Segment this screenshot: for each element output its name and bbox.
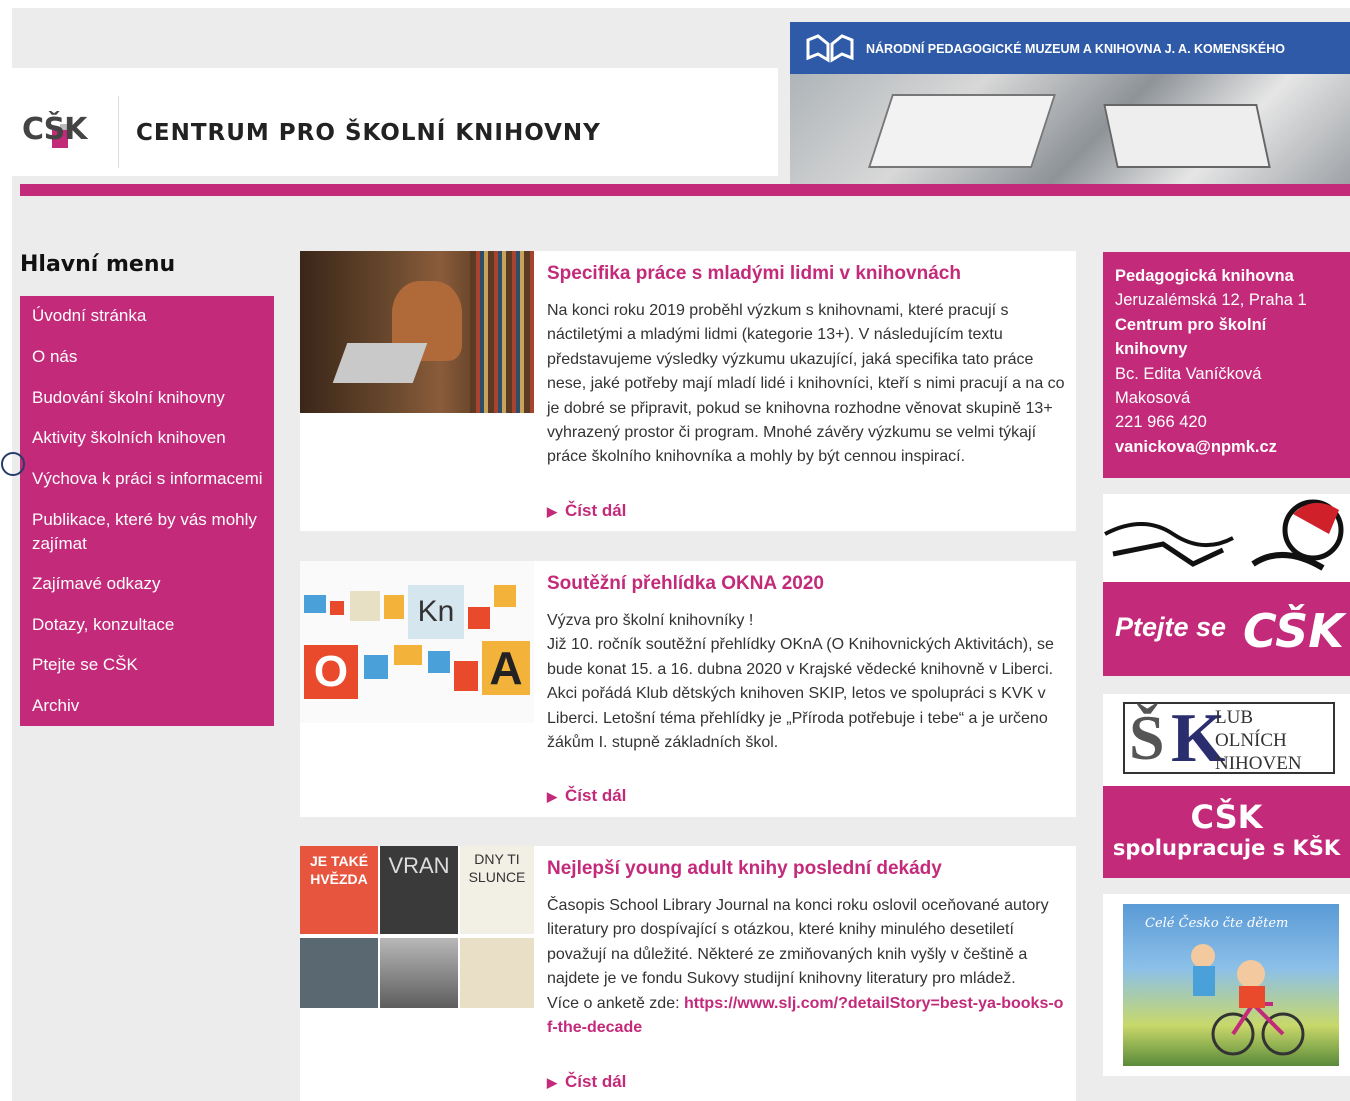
article-thumbnail[interactable]: Kn O A — [300, 561, 534, 723]
caret-right-icon: ▶ — [547, 504, 557, 519]
contact-person: Bc. Edita Vaníčková Makosová — [1115, 364, 1262, 408]
ptejte-label: Ptejte se — [1115, 612, 1227, 642]
thumb-cover: JE TAKÉ HVĚZDA — [300, 846, 378, 934]
thumb-bookshelf — [470, 251, 534, 413]
ptejte-se-banner[interactable]: Ptejte se CŠK — [1103, 494, 1350, 676]
article-body-text: Časopis School Library Journal na konci … — [547, 897, 1049, 988]
menu-item-uvodni-stranka[interactable]: Úvodní stránka — [32, 304, 272, 328]
read-more-label: Číst dál — [565, 1072, 627, 1091]
csk-spolupracuje-banner[interactable]: CŠK spolupracuje s KŠK — [1103, 786, 1350, 878]
read-more-label: Číst dál — [565, 501, 627, 520]
menu-item-o-nas[interactable]: O nás — [32, 345, 272, 369]
logo-text: CŠK — [22, 112, 87, 147]
caret-right-icon: ▶ — [547, 1075, 557, 1090]
article-link-line: Více o anketě zde: https://www.slj.com/?… — [547, 992, 1067, 1041]
thumb-letter-a: A — [482, 641, 530, 695]
thumb-laptop — [332, 343, 428, 383]
read-more-label: Číst dál — [565, 786, 627, 805]
thumb-tile — [350, 591, 380, 621]
ksk-letter-s: Š — [1129, 702, 1165, 773]
menu-item-vychova[interactable]: Výchova k práci s informacemi — [32, 467, 272, 491]
read-more-link[interactable]: ▶ Číst dál — [547, 501, 626, 521]
logo-divider — [118, 96, 119, 168]
link-prefix: Více o anketě zde: — [547, 994, 684, 1012]
thumb-tile — [364, 655, 388, 679]
article-intro-line: Výzva pro školní knihovníky ! — [547, 612, 754, 629]
article-body: Časopis School Library Journal na konci … — [547, 894, 1067, 1040]
thumb-tile — [468, 607, 490, 629]
thumb-cover — [380, 938, 458, 1008]
thumb-tile — [384, 595, 404, 619]
contact-dept: Centrum pro školní knihovny — [1115, 315, 1267, 359]
thumb-tile — [494, 585, 516, 607]
ptejte-csk-label: CŠK — [1243, 604, 1344, 658]
article-card: Specifika práce s mladými lidmi v knihov… — [300, 251, 1076, 531]
photo-book-right — [1103, 104, 1271, 168]
ksk-logo-box[interactable]: Š K LUB OLNÍCH NIHOVEN — [1103, 694, 1350, 786]
article-card: JE TAKÉ HVĚZDA VRAN DNY TI SLUNCE Nejlep… — [300, 846, 1076, 1101]
menu-item-dotazy[interactable]: Dotazy, konzultace — [32, 613, 272, 637]
menu-item-aktivity[interactable]: Aktivity školních knihoven — [32, 426, 272, 450]
read-more-link[interactable]: ▶ Číst dál — [547, 786, 626, 806]
thumb-cover — [460, 938, 534, 1008]
header-accent-band — [20, 184, 1350, 196]
ksk-line: NIHOVEN — [1215, 753, 1302, 774]
csk-logo[interactable]: CŠK — [22, 98, 108, 166]
thumb-tile — [304, 595, 326, 613]
thumb-cover: VRAN — [380, 846, 458, 934]
article-title[interactable]: Specifika práce s mladými lidmi v knihov… — [547, 263, 961, 285]
menu-item-budovani[interactable]: Budování školní knihovny — [32, 386, 272, 410]
thumb-letter-o: O — [304, 645, 358, 699]
menu-item-publikace[interactable]: Publikace, které by vás mohly zajímat — [32, 508, 272, 556]
ksk-line: OLNÍCH — [1215, 730, 1287, 751]
article-thumbnail[interactable]: JE TAKÉ HVĚZDA VRAN DNY TI SLUNCE — [300, 846, 534, 1008]
csk-spol-title: CŠK — [1190, 798, 1263, 836]
thumb-tile — [330, 601, 344, 615]
museum-book-icon — [806, 34, 854, 63]
museum-name: NÁRODNÍ PEDAGOGICKÉ MUZEUM A KNIHOVNA J.… — [866, 42, 1286, 56]
contact-email[interactable]: vanickova@npmk.cz — [1115, 435, 1338, 459]
thumb-cover — [300, 938, 378, 1008]
caret-right-icon: ▶ — [547, 789, 557, 804]
contact-phone: 221 966 420 — [1115, 413, 1207, 432]
article-body: Na konci roku 2019 proběhl výzkum s knih… — [547, 302, 1065, 466]
cele-cesko-illustration: Celé Česko čte dětem — [1123, 904, 1339, 1066]
photo-book-left — [867, 94, 1057, 168]
thumb-letter-kn: Kn — [408, 585, 464, 639]
ksk-line: LUB — [1215, 707, 1253, 728]
article-title[interactable]: Soutěžní přehlídka OKNA 2020 — [547, 573, 824, 595]
header-photo — [790, 74, 1350, 184]
contact-box: Pedagogická knihovna Jeruzalémská 12, Pr… — [1103, 252, 1350, 478]
klub-skolnich-knihoven-logo: Š K LUB OLNÍCH NIHOVEN — [1123, 702, 1335, 774]
thumb-tile — [454, 661, 478, 691]
ptejte-illustration — [1104, 499, 1344, 571]
csk-spol-subtitle: spolupracuje s KŠK — [1112, 836, 1341, 860]
article-card: Kn O A Soutěžní přehlídka OKNA 2020 Výzv… — [300, 561, 1076, 817]
thumb-tile — [428, 651, 450, 673]
main-menu-heading: Hlavní menu — [20, 252, 176, 277]
cele-cesko-caption: Celé Česko čte dětem — [1145, 916, 1289, 931]
menu-item-odkazy[interactable]: Zajímavé odkazy — [32, 572, 272, 596]
cursor-indicator — [1, 452, 25, 476]
thumb-tile — [394, 645, 422, 665]
ksk-lines: LUB OLNÍCH NIHOVEN — [1215, 706, 1302, 775]
museum-bar[interactable]: NÁRODNÍ PEDAGOGICKÉ MUZEUM A KNIHOVNA J.… — [790, 22, 1350, 74]
article-body: Výzva pro školní knihovníky ! Již 10. ro… — [547, 609, 1067, 755]
menu-item-ptejte[interactable]: Ptejte se CŠK — [32, 653, 272, 677]
article-title[interactable]: Nejlepší young adult knihy poslední deká… — [547, 858, 942, 880]
menu-item-archiv[interactable]: Archiv — [32, 694, 272, 718]
main-menu: Úvodní stránka O nás Budování školní kni… — [20, 296, 274, 726]
site-title[interactable]: CENTRUM PRO ŠKOLNÍ KNIHOVNY — [136, 120, 601, 146]
thumb-cover: DNY TI SLUNCE — [460, 846, 534, 934]
cele-cesko-cte-banner[interactable]: Celé Česko čte dětem — [1103, 894, 1350, 1076]
article-thumbnail[interactable] — [300, 251, 534, 413]
article-body-text: Již 10. ročník soutěžní přehlídky OKnA (… — [547, 636, 1054, 752]
read-more-link[interactable]: ▶ Číst dál — [547, 1072, 626, 1092]
contact-address: Jeruzalémská 12, Praha 1 — [1115, 291, 1307, 310]
contact-org: Pedagogická knihovna — [1115, 267, 1294, 285]
